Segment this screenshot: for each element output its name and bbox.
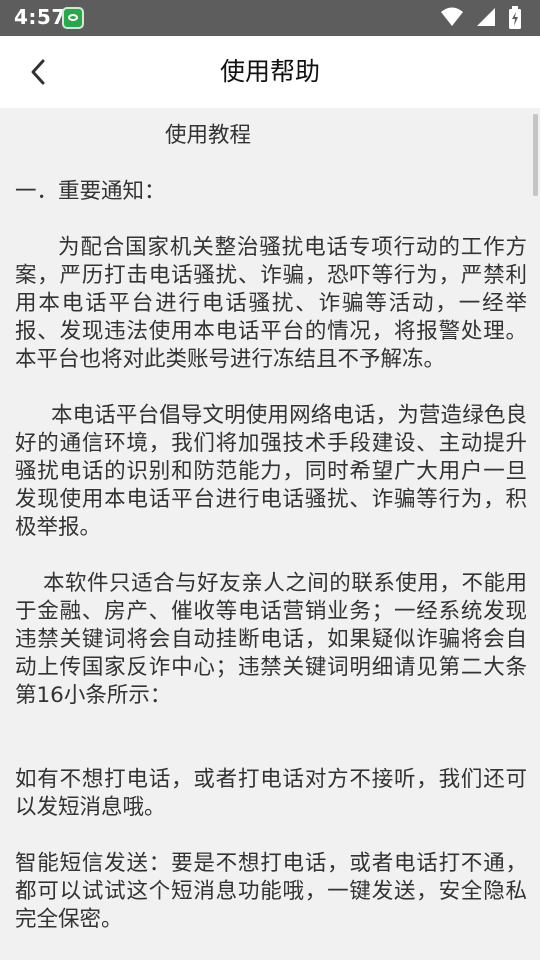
cell-signal-icon	[476, 8, 495, 26]
back-button[interactable]	[14, 48, 62, 96]
page-title: 使用帮助	[219, 57, 320, 86]
paragraph: 本软件只适合与好友亲人之间的联系使用，不能用于金融、房产、催收等电话营销业务；一…	[15, 571, 527, 708]
help-document: 使用教程 一．重要通知： 为配合国家机关整治骚扰电话专项行动的工作方案，严历打击…	[15, 122, 527, 934]
app-bar: 使用帮助	[0, 36, 540, 108]
paragraph: 智能短信发送：要是不想打电话，或者电话打不通，都可以试试这个短消息功能哦，一键发…	[15, 851, 527, 932]
battery-charging-icon	[509, 6, 521, 29]
wifi-icon	[440, 7, 463, 26]
paragraph: 本电话平台倡导文明使用网络电话，为营造绿色良好的通信环境，我们将加强技术手段建设…	[15, 403, 527, 540]
help-content[interactable]: 使用教程 一．重要通知： 为配合国家机关整治骚扰电话专项行动的工作方案，严历打击…	[0, 108, 540, 960]
section-heading: 一．重要通知：	[15, 179, 166, 204]
status-time: 4:57	[14, 5, 66, 29]
app-notification-icon	[62, 7, 84, 29]
paragraph: 为配合国家机关整治骚扰电话专项行动的工作方案，严历打击电话骚扰、诈骗，恐吓等行为…	[15, 235, 527, 372]
status-icons	[434, 6, 522, 30]
chevron-left-icon	[31, 59, 45, 85]
paragraph: 如有不想打电话，或者打电话对方不接听，我们还可以发短消息哦。	[15, 767, 527, 820]
status-bar: 4:57	[0, 0, 540, 36]
scrollbar[interactable]	[533, 114, 538, 196]
bottom-fade	[0, 950, 540, 960]
doc-title: 使用教程	[165, 123, 252, 148]
